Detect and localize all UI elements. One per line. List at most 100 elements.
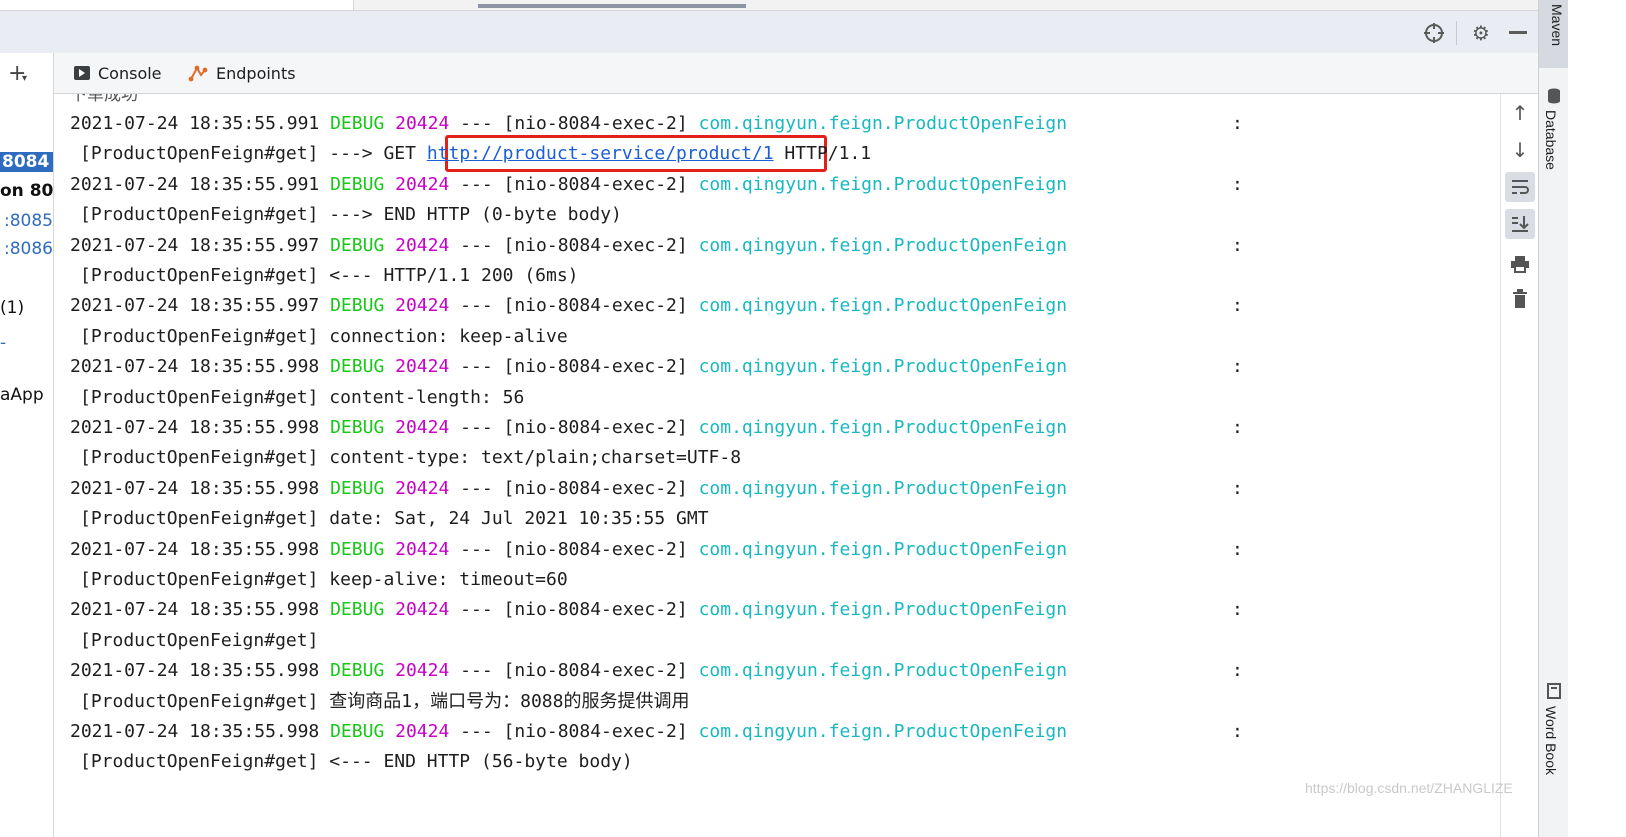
tree-item[interactable]: aApp [0, 385, 44, 405]
log-thread: --- [nio-8084-exec-2] [460, 173, 688, 195]
log-message-text: content-type: text/plain;charset=UTF-8 [329, 447, 742, 469]
tab-console[interactable]: Console [74, 53, 162, 93]
tab-endpoints[interactable]: Endpoints [188, 53, 296, 93]
console-tab-bar: Console Endpoints [54, 53, 1540, 94]
tree-item-selected[interactable]: 8084 :8 [0, 152, 53, 172]
log-separator: : [1232, 599, 1243, 621]
log-pid: 20424 [395, 173, 450, 195]
log-logger: com.qingyun.feign.ProductOpenFeign [698, 721, 1068, 742]
log-message-line: [ProductOpenFeign#get] <--- END HTTP (56… [80, 747, 633, 777]
log-pid: 20424 [395, 234, 450, 256]
wordbook-tab[interactable]: Word Book [1543, 706, 1559, 775]
log-header-line: 2021-07-24 18:35:55.998 DEBUG 20424 --- … [70, 535, 1243, 565]
log-method-prefix: [ProductOpenFeign#get] [80, 751, 319, 773]
log-method-prefix: [ProductOpenFeign#get] [80, 508, 319, 530]
tool-window-header: ⚙ [0, 11, 1594, 54]
log-method-prefix: [ProductOpenFeign#get] [80, 569, 319, 590]
log-header-line: 2021-07-24 18:35:55.991 DEBUG 20424 --- … [70, 170, 1243, 200]
scroll-indicator[interactable] [478, 4, 746, 8]
endpoints-icon [188, 64, 208, 82]
log-timestamp: 2021-07-24 18:35:55.998 [70, 538, 320, 560]
log-timestamp: 2021-07-24 18:35:55.998 [70, 599, 320, 621]
log-level: DEBUG [330, 173, 385, 195]
log-method-prefix: [ProductOpenFeign#get] [80, 204, 319, 226]
log-message-line: [ProductOpenFeign#get] 查询商品1，端口号为：8088的服… [80, 687, 689, 717]
log-header-line: 2021-07-24 18:35:55.998 DEBUG 20424 --- … [70, 352, 1243, 382]
soft-wrap-icon[interactable] [1505, 172, 1535, 202]
log-method-prefix: [ProductOpenFeign#get] [80, 265, 319, 286]
log-separator: : [1232, 477, 1243, 499]
log-header-line: 2021-07-24 18:35:55.997 DEBUG 20424 --- … [70, 231, 1243, 261]
print-icon[interactable] [1505, 249, 1535, 279]
log-logger: com.qingyun.feign.ProductOpenFeign [698, 234, 1068, 256]
request-url-link[interactable]: http://product-service/product/1 [427, 143, 774, 164]
log-pid: 20424 [395, 113, 450, 134]
log-header-line: 2021-07-24 18:35:55.998 DEBUG 20424 --- … [70, 413, 1243, 443]
log-message-line: [ProductOpenFeign#get] ---> END HTTP (0-… [80, 200, 622, 230]
tree-item[interactable]: (1) [0, 298, 24, 318]
minimize-icon[interactable] [1504, 19, 1532, 47]
log-pid: 20424 [395, 417, 450, 438]
log-separator: : [1232, 173, 1243, 195]
log-level: DEBUG [330, 356, 385, 378]
log-method-prefix: [ProductOpenFeign#get] [80, 325, 319, 347]
log-separator: : [1232, 538, 1243, 560]
arrow-down-icon[interactable]: ↓ [1505, 135, 1535, 165]
arrow-up-icon[interactable]: ↑ [1505, 98, 1535, 128]
log-level: DEBUG [330, 295, 385, 317]
log-method-prefix: [ProductOpenFeign#get] [80, 447, 319, 469]
log-message-suffix: HTTP/1.1 [773, 143, 872, 165]
services-tree: + ▾ 8084 :8 on 808 :8085 :8086 (1) - aAp… [0, 53, 54, 837]
log-pid: 20424 [395, 477, 450, 499]
log-timestamp: 2021-07-24 18:35:55.997 [70, 234, 320, 256]
log-thread: --- [nio-8084-exec-2] [460, 721, 688, 742]
chevron-down-icon[interactable]: ▾ [22, 73, 27, 84]
log-separator: : [1232, 721, 1243, 742]
log-level: DEBUG [330, 721, 385, 742]
log-message-text: ---> END HTTP (0-byte body) [329, 204, 622, 226]
log-level: DEBUG [330, 599, 385, 621]
log-message-text: <--- HTTP/1.1 200 (6ms) [329, 265, 579, 286]
log-message-line: [ProductOpenFeign#get] date: Sat, 24 Jul… [80, 504, 709, 534]
log-header-line: 2021-07-24 18:35:55.998 DEBUG 20424 --- … [70, 717, 1243, 747]
log-thread: --- [nio-8084-exec-2] [460, 234, 688, 256]
tree-item[interactable]: :8086 [4, 239, 53, 259]
scroll-to-end-icon[interactable] [1505, 209, 1535, 239]
tree-item[interactable]: :8085 [4, 211, 53, 231]
log-logger: com.qingyun.feign.ProductOpenFeign [698, 660, 1068, 682]
log-timestamp: 2021-07-24 18:35:55.998 [70, 721, 320, 742]
log-thread: --- [nio-8084-exec-2] [460, 295, 688, 317]
log-message-line: [ProductOpenFeign#get] content-length: 5… [80, 383, 524, 413]
log-method-prefix: [ProductOpenFeign#get] [80, 629, 319, 651]
maven-tab[interactable]: Maven [1539, 0, 1569, 68]
log-level: DEBUG [330, 538, 385, 560]
tree-item[interactable]: - [0, 333, 6, 353]
log-thread: --- [nio-8084-exec-2] [460, 113, 688, 134]
gear-icon[interactable]: ⚙ [1467, 19, 1495, 47]
log-level: DEBUG [330, 417, 385, 438]
log-level: DEBUG [330, 234, 385, 256]
console-partial-line: 下单成功 [70, 94, 138, 105]
log-thread: --- [nio-8084-exec-2] [460, 660, 688, 682]
log-logger: com.qingyun.feign.ProductOpenFeign [698, 173, 1068, 195]
top-strip [0, 0, 1594, 11]
log-separator: : [1232, 113, 1243, 134]
log-message-line: [ProductOpenFeign#get] ---> GET http://p… [80, 139, 871, 169]
database-tab[interactable]: Database [1543, 110, 1559, 170]
log-timestamp: 2021-07-24 18:35:55.998 [70, 356, 320, 378]
log-timestamp: 2021-07-24 18:35:55.998 [70, 660, 320, 682]
log-message-text: date: Sat, 24 Jul 2021 10:35:55 GMT [329, 508, 709, 530]
editor-tab-area [0, 0, 354, 10]
log-separator: : [1232, 417, 1243, 438]
target-icon[interactable] [1420, 19, 1448, 47]
watermark: https://blog.csdn.net/ZHANGLIZE [1305, 780, 1513, 796]
log-thread: --- [nio-8084-exec-2] [460, 477, 688, 499]
log-pid: 20424 [395, 721, 450, 742]
log-header-line: 2021-07-24 18:35:55.998 DEBUG 20424 --- … [70, 595, 1243, 625]
tree-item[interactable]: on 808 [0, 181, 53, 201]
log-message-line: [ProductOpenFeign#get] content-type: tex… [80, 443, 741, 473]
console-output[interactable]: 下单成功 2021-07-24 18:35:55.991 DEBUG 20424… [54, 94, 1499, 837]
trash-icon[interactable] [1505, 284, 1535, 314]
log-logger: com.qingyun.feign.ProductOpenFeign [698, 113, 1068, 134]
console-icon [74, 66, 90, 80]
